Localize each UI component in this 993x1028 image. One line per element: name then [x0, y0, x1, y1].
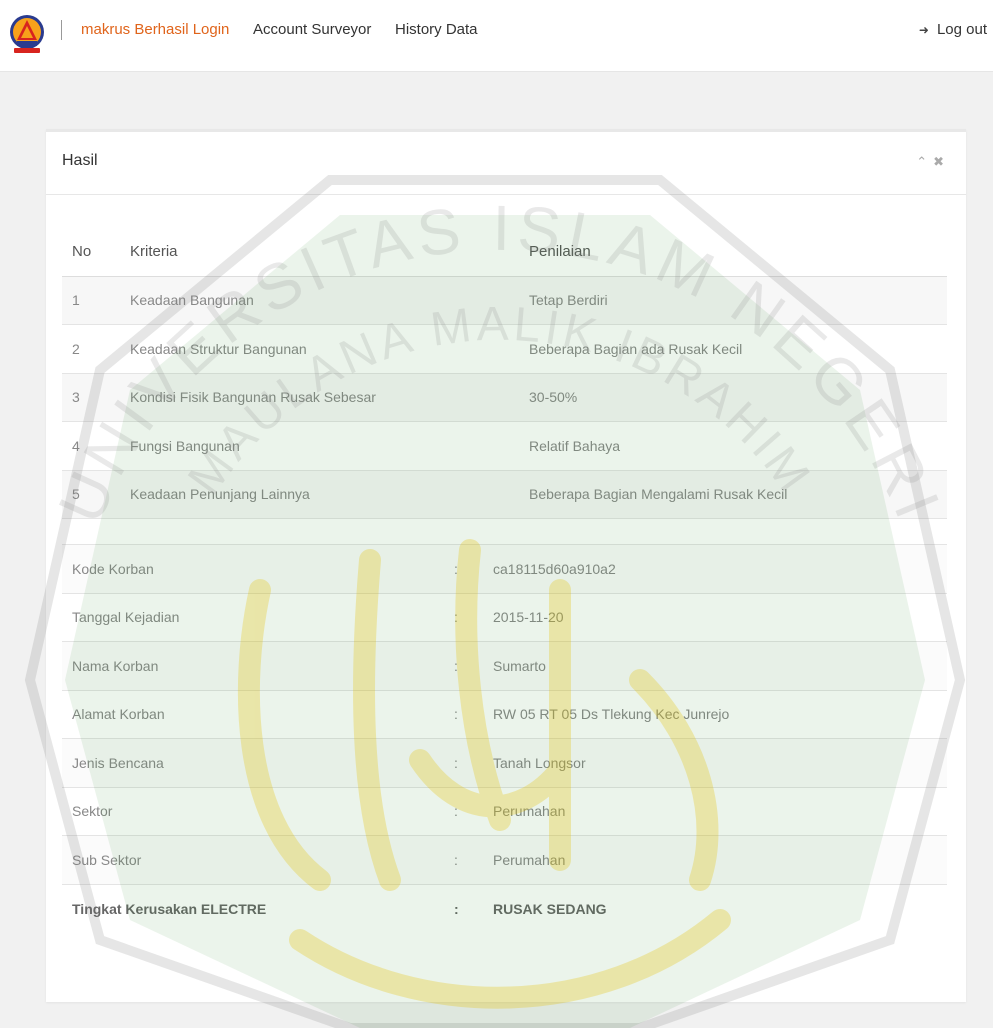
logout-label: Log out: [936, 21, 987, 38]
detail-value: RUSAK SEDANG: [491, 883, 947, 933]
detail-separator: :: [439, 786, 491, 836]
cell-kriteria: Keadaan Bangunan: [120, 276, 520, 325]
logout-icon: ➜: [918, 23, 929, 37]
panel-header: Hasil ⌃✖: [46, 132, 966, 195]
header-kriteria: Kriteria: [120, 228, 520, 277]
nav-account-surveyor[interactable]: Account Surveyor: [253, 21, 371, 38]
cell-no: 2: [62, 324, 120, 374]
detail-row: Sub Sektor : Perumahan: [62, 835, 947, 884]
cell-no: 1: [62, 276, 120, 325]
cell-penilaian: 30-50%: [520, 373, 947, 422]
kriteria-header-row: No Kriteria Penilaian: [62, 228, 947, 277]
panel-tools: ⌃✖: [916, 154, 950, 170]
hasil-panel: Hasil ⌃✖ No Kriteria Penilaian 1 Keadaan…: [46, 129, 966, 1002]
close-icon[interactable]: ✖: [933, 154, 950, 170]
table-row: 3 Kondisi Fisik Bangunan Rusak Sebesar 3…: [62, 373, 947, 422]
detail-label: Jenis Bencana: [62, 738, 439, 787]
detail-row: Jenis Bencana : Tanah Longsor: [62, 738, 947, 787]
cell-no: 3: [62, 373, 120, 422]
detail-row: Alamat Korban : RW 05 RT 05 Ds Tlekung K…: [62, 689, 947, 739]
detail-separator: :: [439, 544, 491, 593]
detail-row-result: Tingkat Kerusakan ELECTRE : RUSAK SEDANG: [62, 883, 947, 933]
cell-penilaian: Beberapa Bagian ada Rusak Kecil: [520, 324, 947, 374]
cell-kriteria: Fungsi Bangunan: [120, 421, 520, 471]
detail-value: Tanah Longsor: [491, 738, 947, 787]
detail-row: Tanggal Kejadian : 2015-11-20: [62, 592, 947, 642]
cell-no: 4: [62, 421, 120, 471]
detail-row: Kode Korban : ca18115d60a910a2: [62, 544, 947, 593]
cell-penilaian: Beberapa Bagian Mengalami Rusak Kecil: [520, 470, 947, 519]
detail-label: Sub Sektor: [62, 835, 439, 884]
detail-row: Sektor : Perumahan: [62, 786, 947, 836]
detail-value: ca18115d60a910a2: [491, 544, 947, 593]
detail-value: Perumahan: [491, 786, 947, 836]
detail-label: Tingkat Kerusakan ELECTRE: [62, 883, 439, 933]
header-no: No: [62, 228, 120, 277]
kriteria-table: No Kriteria Penilaian 1 Keadaan Bangunan…: [62, 228, 947, 519]
nav-divider: [61, 20, 62, 40]
detail-separator: :: [439, 738, 491, 787]
header-penilaian: Penilaian: [520, 228, 947, 277]
detail-value: Sumarto: [491, 641, 947, 690]
detail-label: Sektor: [62, 786, 439, 836]
cell-penilaian: Tetap Berdiri: [520, 276, 947, 325]
bnpb-logo[interactable]: [8, 10, 46, 58]
detail-separator: :: [439, 592, 491, 642]
table-row: 2 Keadaan Struktur Bangunan Beberapa Bag…: [62, 324, 947, 374]
logout-link[interactable]: ➜ Log out: [919, 21, 987, 38]
detail-label: Kode Korban: [62, 544, 439, 593]
cell-penilaian: Relatif Bahaya: [520, 421, 947, 471]
detail-value: 2015-11-20: [491, 592, 947, 642]
detail-label: Tanggal Kejadian: [62, 592, 439, 642]
cell-no: 5: [62, 470, 120, 519]
cell-kriteria: Kondisi Fisik Bangunan Rusak Sebesar: [120, 373, 520, 422]
nav-history-data[interactable]: History Data: [395, 21, 478, 38]
detail-value: Perumahan: [491, 835, 947, 884]
chevron-up-icon[interactable]: ⌃: [916, 154, 933, 170]
cell-kriteria: Keadaan Penunjang Lainnya: [120, 470, 520, 519]
detail-separator: :: [439, 641, 491, 690]
table-row: 5 Keadaan Penunjang Lainnya Beberapa Bag…: [62, 470, 947, 519]
detail-separator: :: [439, 835, 491, 884]
detail-row: Nama Korban : Sumarto: [62, 641, 947, 690]
detail-separator: :: [439, 883, 491, 933]
korban-detail-table: Kode Korban : ca18115d60a910a2 Tanggal K…: [62, 544, 947, 933]
detail-label: Nama Korban: [62, 641, 439, 690]
panel-title: Hasil: [62, 152, 98, 169]
table-row: 1 Keadaan Bangunan Tetap Berdiri: [62, 276, 947, 325]
detail-label: Alamat Korban: [62, 689, 439, 739]
detail-separator: :: [439, 689, 491, 739]
nav-login-status[interactable]: makrus Berhasil Login: [81, 21, 229, 38]
detail-value: RW 05 RT 05 Ds Tlekung Kec Junrejo: [491, 689, 947, 739]
top-navbar: makrus Berhasil Login Account Surveyor H…: [0, 0, 993, 72]
table-row: 4 Fungsi Bangunan Relatif Bahaya: [62, 421, 947, 471]
cell-kriteria: Keadaan Struktur Bangunan: [120, 324, 520, 374]
